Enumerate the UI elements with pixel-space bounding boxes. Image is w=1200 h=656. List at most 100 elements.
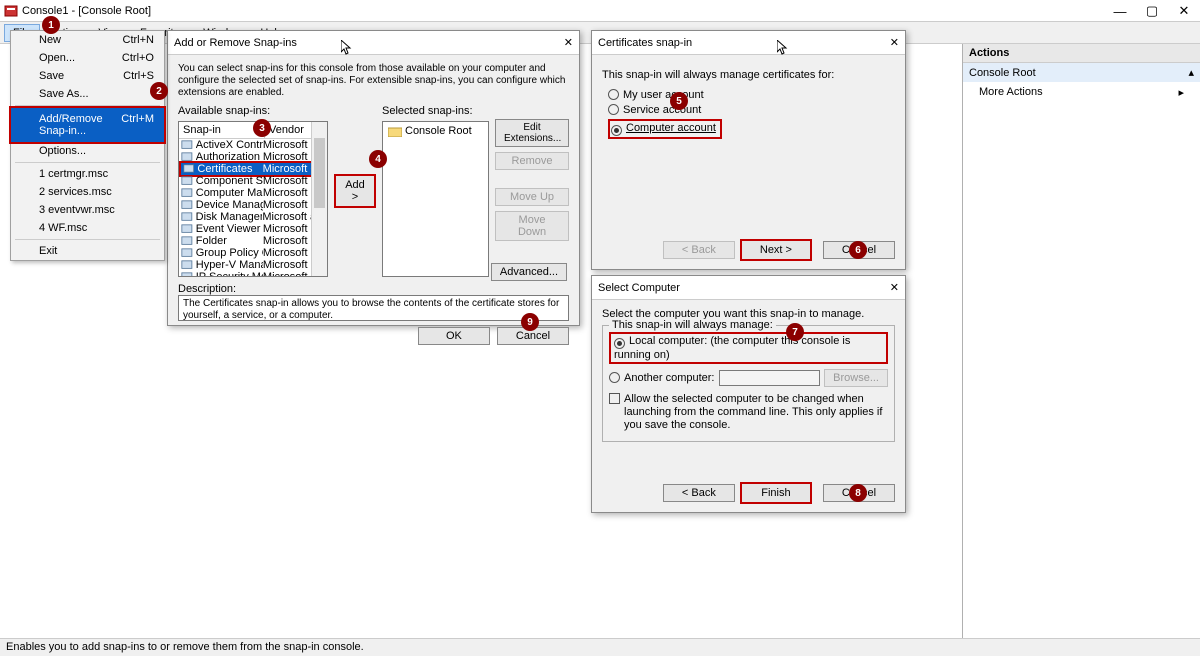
step-badge-5: 5 <box>670 92 688 110</box>
snapin-row[interactable]: Authorization ManagerMicrosoft Cor... <box>179 151 327 163</box>
snapin-icon <box>181 176 193 187</box>
select-computer-dialog: Select Computer ✕ Select the computer yo… <box>591 275 906 513</box>
browse-button: Browse... <box>824 369 888 387</box>
snapin-icon <box>181 248 193 259</box>
selected-snapins-label: Selected snap-ins: <box>382 105 489 117</box>
menu-item-new[interactable]: NewCtrl+N <box>11 31 164 49</box>
group-frame-label: This snap-in will always manage: <box>609 319 776 331</box>
snapin-row[interactable]: Event ViewerMicrosoft Cor... <box>179 223 327 235</box>
mmc-app-icon <box>4 4 18 18</box>
description-box: The Certificates snap-in allows you to b… <box>178 295 569 321</box>
snapin-icon <box>181 188 193 199</box>
step-badge-2: 2 <box>150 82 168 100</box>
actions-root-label: Console Root <box>969 67 1036 79</box>
folder-icon <box>388 126 402 137</box>
step-badge-7: 7 <box>786 323 804 341</box>
certsnap-blurb: This snap-in will always manage certific… <box>602 69 895 81</box>
menu-item-open[interactable]: Open...Ctrl+O <box>11 49 164 67</box>
snapin-icon <box>181 140 193 151</box>
description-label: Description: <box>178 283 569 295</box>
file-menu-dropdown: NewCtrl+N Open...Ctrl+O SaveCtrl+S Save … <box>10 30 165 261</box>
snapin-row[interactable]: Disk ManagementMicrosoft and... <box>179 211 327 223</box>
advanced-button[interactable]: Advanced... <box>491 263 567 281</box>
actions-header: Actions <box>963 44 1200 63</box>
menu-item-exit[interactable]: Exit <box>11 242 164 260</box>
snapin-row[interactable]: FolderMicrosoft Cor... <box>179 235 327 247</box>
chevron-up-icon: ▴ <box>1188 66 1194 79</box>
add-button[interactable]: Add > <box>334 174 376 208</box>
dialog-description: You can select snap-ins for this console… <box>178 63 569 99</box>
minimize-button[interactable]: — <box>1104 0 1136 22</box>
close-button[interactable]: ✕ <box>1168 0 1200 22</box>
snapin-icon <box>183 164 194 175</box>
remove-button: Remove <box>495 152 569 170</box>
allow-change-label: Allow the selected computer to be change… <box>624 393 888 433</box>
move-down-button: Move Down <box>495 211 569 241</box>
actions-more-actions[interactable]: More Actions ▸ <box>963 82 1200 103</box>
next-button[interactable]: Next > <box>740 239 812 261</box>
scrollbar[interactable] <box>311 122 327 276</box>
title-bar: Console1 - [Console Root] — ▢ ✕ <box>0 0 1200 22</box>
menu-recent-3[interactable]: 3 eventvwr.msc <box>11 201 164 219</box>
snapin-row[interactable]: Computer Managem...Microsoft Cor... <box>179 187 327 199</box>
close-icon[interactable]: ✕ <box>890 281 899 294</box>
menu-item-options[interactable]: Options... <box>11 142 164 160</box>
snapin-icon <box>181 200 193 211</box>
menu-item-add-remove-snapin[interactable]: Add/Remove Snap-in...Ctrl+M <box>9 106 166 144</box>
snapin-row[interactable]: Component ServicesMicrosoft Cor... <box>179 175 327 187</box>
chevron-right-icon: ▸ <box>1178 86 1184 99</box>
finish-button[interactable]: Finish <box>740 482 812 504</box>
radio-computer-account[interactable]: Computer account <box>608 119 722 139</box>
radio-my-user-account[interactable]: My user account <box>608 89 895 101</box>
step-badge-8: 8 <box>849 484 867 502</box>
step-badge-4: 4 <box>369 150 387 168</box>
maximize-button[interactable]: ▢ <box>1136 0 1168 22</box>
edit-extensions-button[interactable]: Edit Extensions... <box>495 119 569 147</box>
dialog-title: Add or Remove Snap-ins <box>174 37 297 49</box>
actions-pane: Actions Console Root ▴ More Actions ▸ <box>962 44 1200 638</box>
status-bar: Enables you to add snap-ins to or remove… <box>0 638 1200 656</box>
col-snapin[interactable]: Snap-in <box>179 122 265 138</box>
close-icon[interactable]: ✕ <box>890 36 899 49</box>
snapin-icon <box>181 272 193 278</box>
snapin-row[interactable]: IP Security MonitorMicrosoft Cor... <box>179 271 327 277</box>
step-badge-1: 1 <box>42 16 60 34</box>
available-snapins-list[interactable]: Snap-in Vendor ActiveX ControlMicrosoft … <box>178 121 328 277</box>
move-up-button: Move Up <box>495 188 569 206</box>
back-button[interactable]: < Back <box>663 484 735 502</box>
window-title: Console1 - [Console Root] <box>22 5 151 17</box>
menu-item-save[interactable]: SaveCtrl+S <box>11 67 164 85</box>
close-icon[interactable]: ✕ <box>564 36 573 49</box>
selected-root-row[interactable]: Console Root <box>386 125 485 137</box>
snapin-icon <box>181 212 193 223</box>
step-badge-6: 6 <box>849 241 867 259</box>
snapin-icon <box>181 224 193 235</box>
actions-more-label: More Actions <box>979 86 1043 99</box>
step-badge-9: 9 <box>521 313 539 331</box>
dialog-title: Certificates snap-in <box>598 37 692 49</box>
snapin-icon <box>181 260 193 271</box>
add-remove-snapins-dialog: Add or Remove Snap-ins ✕ You can select … <box>167 30 580 326</box>
actions-console-root[interactable]: Console Root ▴ <box>963 63 1200 82</box>
allow-change-checkbox[interactable] <box>609 393 620 404</box>
menu-item-save-as[interactable]: Save As... <box>11 85 164 103</box>
another-computer-input <box>719 370 821 386</box>
radio-service-account[interactable]: Service account <box>608 104 895 116</box>
certificates-snapin-dialog: Certificates snap-in ✕ This snap-in will… <box>591 30 906 270</box>
step-badge-3: 3 <box>253 119 271 137</box>
back-button: < Back <box>663 241 735 259</box>
available-snapins-label: Available snap-ins: <box>178 105 328 117</box>
snapin-row[interactable]: ActiveX ControlMicrosoft Cor... <box>179 139 327 151</box>
menu-recent-2[interactable]: 2 services.msc <box>11 183 164 201</box>
snapin-row[interactable]: Group Policy Object ...Microsoft Cor... <box>179 247 327 259</box>
dialog-title: Select Computer <box>598 282 680 294</box>
snapin-row[interactable]: Device ManagerMicrosoft Cor... <box>179 199 327 211</box>
radio-local-computer[interactable]: Local computer: (the computer this conso… <box>609 332 888 364</box>
snapin-row[interactable]: Hyper-V ManagerMicrosoft Cor... <box>179 259 327 271</box>
menu-recent-1[interactable]: 1 certmgr.msc <box>11 165 164 183</box>
selected-snapins-list[interactable]: Console Root <box>382 121 489 277</box>
ok-button[interactable]: OK <box>418 327 490 345</box>
radio-another-computer[interactable]: Another computer: <box>609 372 715 384</box>
snapin-icon <box>181 236 193 247</box>
menu-recent-4[interactable]: 4 WF.msc <box>11 219 164 237</box>
